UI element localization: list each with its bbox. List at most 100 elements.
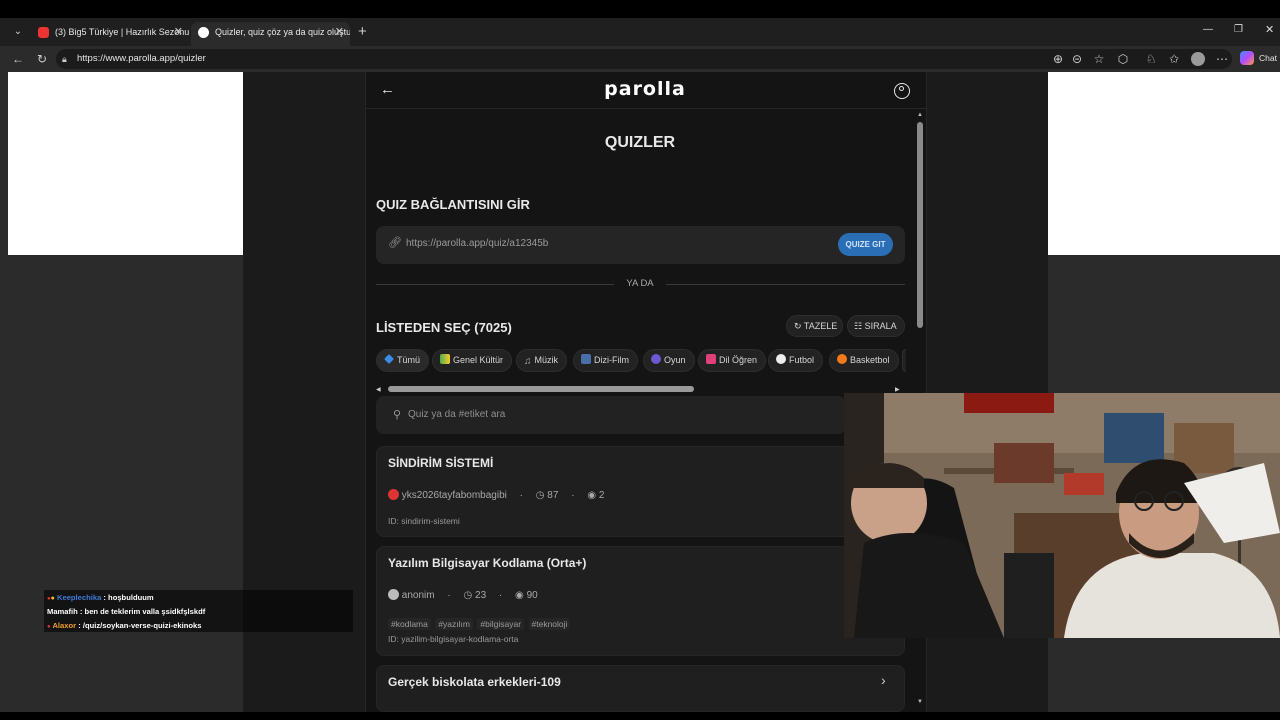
chevron-right-icon[interactable]: ›	[881, 672, 886, 688]
quiz-author: anonim	[401, 590, 435, 601]
quiz-meta: anonim · ◷ 23 · ◉ 90	[388, 589, 538, 601]
category-chip-overflow[interactable]	[902, 349, 906, 372]
close-tab-icon[interactable]: ✕	[335, 22, 344, 42]
play-count: 23	[475, 590, 487, 601]
more-menu-icon[interactable]: ⋯	[1214, 49, 1230, 69]
back-arrow-icon[interactable]: ←	[380, 81, 395, 98]
tab-quizler[interactable]: Quizler, quiz çöz ya da quiz oluştur ✕	[191, 22, 350, 46]
tag[interactable]: #bilgisayar	[477, 618, 525, 630]
quiz-title: Gerçek biskolata erkekleri-109	[388, 675, 561, 689]
reader-icon[interactable]: ⊝	[1069, 49, 1085, 69]
quiz-link-input[interactable]: 🔗︎ https://parolla.app/quiz/a12345b	[376, 226, 905, 264]
parolla-logo[interactable]: parolla	[560, 78, 730, 100]
tab-big5[interactable]: (3) Big5 Türkiye | Hazırlık Sezonu 1 ✕	[31, 22, 189, 46]
refresh-icon: ↻	[794, 321, 802, 331]
reload-icon[interactable]: ↻	[34, 49, 50, 69]
quiz-search-input[interactable]: ⚲ Quiz ya da #etiket ara	[376, 396, 846, 434]
profile-avatar[interactable]	[1191, 52, 1205, 66]
category-chip-futbol[interactable]: Futbol	[768, 349, 824, 372]
zoom-icon[interactable]: ⊕	[1050, 49, 1066, 69]
webcam-overlay	[844, 393, 1280, 638]
tag[interactable]: #yazılım	[435, 618, 473, 630]
diamond-icon	[384, 354, 394, 364]
favorites-icon[interactable]: ✩	[1166, 49, 1182, 69]
category-chip-basketbol[interactable]: Basketbol	[829, 349, 899, 372]
scroll-up-icon[interactable]: ▲	[917, 112, 923, 118]
scrollbar-thumb[interactable]	[917, 122, 923, 328]
language-icon	[706, 354, 716, 364]
badge-icon: ●	[50, 595, 55, 602]
category-chip-oyun[interactable]: Oyun	[643, 349, 695, 372]
new-tab-button[interactable]: +	[358, 22, 367, 42]
quiz-card[interactable]: SİNDİRİM SİSTEMİ yks2026tayfabombagibi ·…	[376, 446, 905, 537]
quiz-card[interactable]: Yazılım Bilgisayar Kodlama (Orta+) anoni…	[376, 546, 905, 656]
author-avatar	[388, 489, 399, 500]
minimize-icon[interactable]: —	[1203, 24, 1213, 35]
category-chip-dil-ogren[interactable]: Dil Öğren	[698, 349, 767, 372]
or-divider: YA DA	[626, 278, 654, 289]
bottom-bar	[0, 712, 1280, 720]
chat-line: Mamafih : ben de tekleri​m valla şsidkfş…	[47, 607, 205, 616]
refresh-button[interactable]: ↻ TAZELE	[786, 315, 843, 337]
chat-message: : hoşbulduum	[101, 593, 154, 602]
scroll-right-icon[interactable]: ▶	[895, 386, 900, 393]
category-scrollbar[interactable]: ◀ ▶	[376, 385, 905, 393]
author-avatar	[388, 589, 399, 600]
quiz-author: yks2026tayfabombagibi	[401, 490, 507, 501]
quiz-card[interactable]: Gerçek biskolata erkekleri-109 ›	[376, 665, 905, 712]
os-top-bar	[0, 0, 1280, 18]
back-icon[interactable]: ←	[10, 49, 26, 69]
view-count: 90	[526, 590, 538, 601]
browser-essentials-icon[interactable]: ♘	[1143, 49, 1159, 69]
go-to-quiz-button[interactable]: QUIZE GIT	[838, 233, 893, 256]
scroll-left-icon[interactable]: ◀	[376, 386, 381, 393]
tab-title: (3) Big5 Türkiye | Hazırlık Sezonu 1	[55, 27, 189, 37]
tag[interactable]: #kodlama	[388, 618, 431, 630]
scroll-down-icon[interactable]: ▼	[917, 699, 923, 705]
soccer-ball-icon	[776, 354, 786, 364]
category-chip-muzik[interactable]: ♫ Müzik	[516, 349, 568, 372]
chat-username: Keeplechika	[56, 593, 102, 602]
basketball-icon	[837, 354, 847, 364]
plays-icon: ◷	[535, 490, 545, 501]
favorite-star-icon[interactable]: ☆	[1091, 49, 1107, 69]
window-close-icon[interactable]: ✕	[1265, 23, 1274, 36]
divider-line	[666, 284, 905, 285]
refresh-label: TAZELE	[803, 321, 838, 331]
sort-icon: ☷	[854, 321, 863, 331]
copilot-icon[interactable]	[1240, 51, 1254, 65]
page-background-left	[8, 72, 243, 255]
tab-list-chevron-icon[interactable]: ⌄	[10, 22, 26, 42]
quiz-link-placeholder: https://parolla.app/quiz/a12345b	[406, 238, 549, 249]
chip-label: Oyun	[664, 355, 686, 365]
category-chip-tumu[interactable]: Tümü	[376, 349, 430, 372]
extensions-icon[interactable]: ⬡	[1115, 49, 1131, 69]
scrollbar-thumb[interactable]	[388, 386, 694, 392]
quiz-title: SİNDİRİM SİSTEMİ	[388, 456, 494, 470]
sort-label: SIRALA	[864, 321, 897, 331]
plays-icon: ◷	[463, 590, 473, 601]
gamepad-icon	[651, 354, 661, 364]
chip-label: Basketbol	[850, 355, 890, 365]
enter-link-heading: QUIZ BAĞLANTISINI GİR	[376, 197, 530, 212]
page-background-right	[1048, 72, 1280, 255]
tag[interactable]: #teknoloji	[528, 618, 571, 630]
maximize-icon[interactable]: ❐	[1234, 24, 1243, 35]
list-heading: LİSTEDEN SEÇ (7025)	[376, 320, 512, 335]
category-chip-genel-kultur[interactable]: Genel Kültür	[432, 349, 513, 372]
sort-button[interactable]: ☷ SIRALA	[847, 315, 905, 337]
chat-message: : ben de tekleri​m valla şsidkfşlskdf	[77, 607, 206, 616]
chip-label: Dizi-Film	[594, 355, 629, 365]
user-account-icon[interactable]	[894, 83, 910, 99]
chip-label: Futbol	[789, 355, 815, 365]
chip-label: Genel Kültür	[453, 355, 504, 365]
chat-username: Alaxor	[52, 621, 77, 630]
parolla-icon	[198, 27, 209, 38]
chat-button[interactable]: Chat	[1259, 53, 1277, 63]
tab-title: Quizler, quiz çöz ya da quiz oluştur	[215, 27, 350, 37]
youtube-icon	[38, 27, 49, 38]
quiz-meta: yks2026tayfabombagibi · ◷ 87 · ◉ 2	[388, 489, 604, 501]
chat-line: ● Alaxor : /quiz/soykan-verse-quizi-ekin…	[47, 621, 201, 630]
close-tab-icon[interactable]: ✕	[174, 22, 183, 42]
category-chip-dizi-film[interactable]: Dizi-Film	[573, 349, 638, 372]
